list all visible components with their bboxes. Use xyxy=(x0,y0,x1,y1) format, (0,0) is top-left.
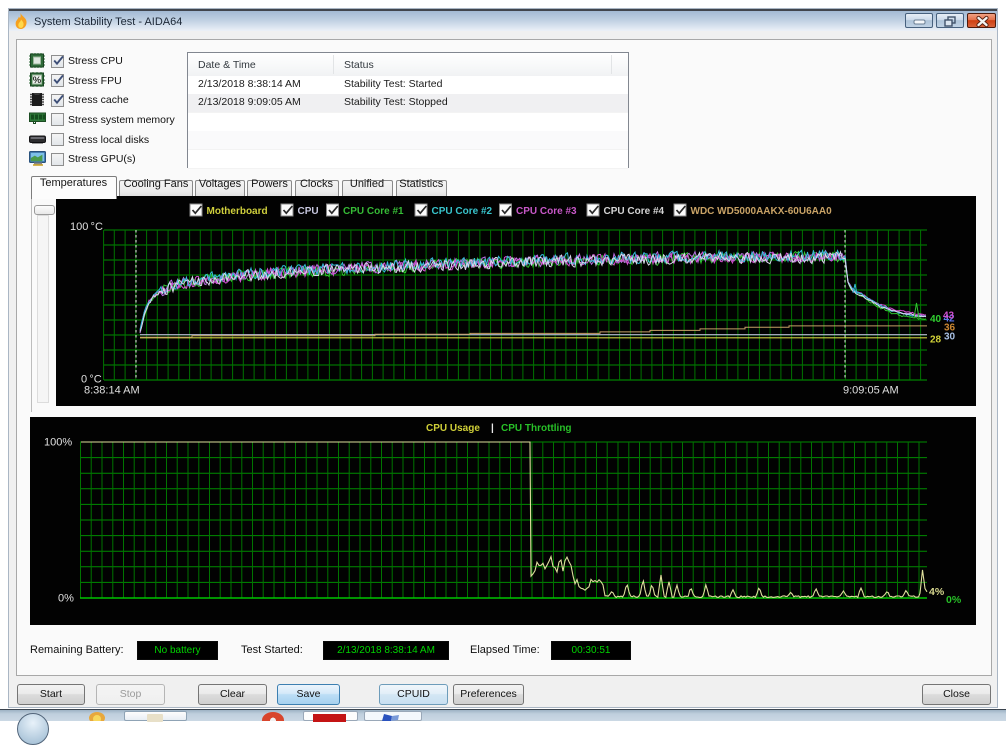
svg-text:100 °C: 100 °C xyxy=(70,221,103,233)
svg-text:0%: 0% xyxy=(58,593,74,605)
svg-text:CPU Usage: CPU Usage xyxy=(426,423,480,434)
svg-text:%: % xyxy=(33,75,42,86)
svg-text:CPU Core #1: CPU Core #1 xyxy=(343,206,404,217)
svg-text:CPU Core #4: CPU Core #4 xyxy=(604,206,665,217)
svg-text:28: 28 xyxy=(930,335,942,346)
svg-text:CPU Throttling: CPU Throttling xyxy=(501,423,572,434)
svg-text:|: | xyxy=(491,423,494,434)
svg-text:WDC WD5000AAKX-60U6AA0: WDC WD5000AAKX-60U6AA0 xyxy=(691,206,833,217)
svg-text:0%: 0% xyxy=(946,594,962,606)
svg-text:CPU Core #3: CPU Core #3 xyxy=(516,206,577,217)
svg-text:Motherboard: Motherboard xyxy=(207,206,268,217)
svg-text:CPU: CPU xyxy=(298,206,319,217)
svg-text:40: 40 xyxy=(930,314,942,325)
svg-text:CPU Core #2: CPU Core #2 xyxy=(432,206,493,217)
svg-text:4%: 4% xyxy=(929,586,945,598)
svg-text:100%: 100% xyxy=(44,437,72,449)
svg-text:30: 30 xyxy=(944,332,956,343)
svg-text:8:38:14 AM: 8:38:14 AM xyxy=(84,385,140,397)
svg-text:43: 43 xyxy=(943,311,955,322)
svg-text:9:09:05 AM: 9:09:05 AM xyxy=(843,385,899,397)
